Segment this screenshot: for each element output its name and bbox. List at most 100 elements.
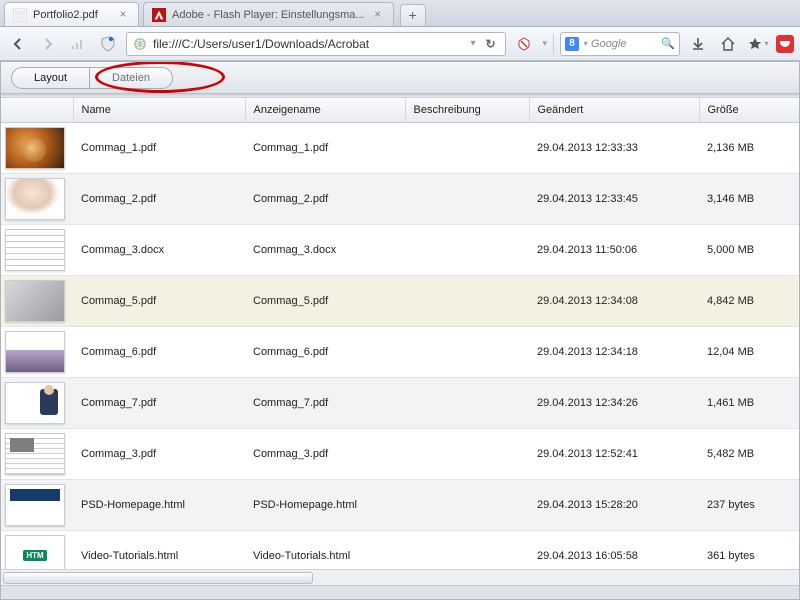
cell-thumb xyxy=(1,479,73,530)
col-modified[interactable]: Geändert xyxy=(529,98,699,122)
cell-thumb xyxy=(1,326,73,377)
cell-modified: 29.04.2013 11:50:06 xyxy=(529,224,699,275)
cell-name: Commag_1.pdf xyxy=(73,122,245,173)
thumbnail xyxy=(5,127,65,169)
cell-display: Commag_6.pdf xyxy=(245,326,405,377)
cell-size: 12,04 MB xyxy=(699,326,799,377)
cell-modified: 29.04.2013 12:52:41 xyxy=(529,428,699,479)
google-icon: 8 xyxy=(565,37,579,51)
table-row[interactable]: PSD-Homepage.htmlPSD-Homepage.html29.04.… xyxy=(1,479,799,530)
col-thumb[interactable] xyxy=(1,98,73,122)
cell-name: Commag_6.pdf xyxy=(73,326,245,377)
cell-modified: 29.04.2013 12:34:26 xyxy=(529,377,699,428)
cell-name: Commag_5.pdf xyxy=(73,275,245,326)
scroll-thumb[interactable] xyxy=(3,572,313,584)
cell-size: 5,000 MB xyxy=(699,224,799,275)
cell-display: Commag_3.pdf xyxy=(245,428,405,479)
new-tab-button[interactable]: + xyxy=(400,4,426,26)
tab-title: Adobe - Flash Player: Einstellungsma... xyxy=(172,9,365,21)
cell-display: Commag_3.docx xyxy=(245,224,405,275)
horizontal-scrollbar[interactable] xyxy=(1,569,799,585)
cell-name: PSD-Homepage.html xyxy=(73,479,245,530)
chevron-down-icon[interactable]: ▾ xyxy=(470,38,475,49)
block-icon[interactable] xyxy=(512,32,536,56)
col-size[interactable]: Größe xyxy=(699,98,799,122)
cell-desc xyxy=(405,377,529,428)
url-input[interactable] xyxy=(153,37,464,51)
home-icon[interactable] xyxy=(716,32,740,56)
bookmark-icon[interactable]: ▾ xyxy=(746,32,770,56)
layout-tab[interactable]: Layout xyxy=(11,67,89,89)
col-name[interactable]: Name xyxy=(73,98,245,122)
tab-inactive[interactable]: Adobe - Flash Player: Einstellungsma... … xyxy=(143,2,394,26)
cell-desc xyxy=(405,224,529,275)
table-row[interactable]: Commag_3.pdfCommag_3.pdf 29.04.2013 12:52… xyxy=(1,428,799,479)
thumbnail xyxy=(5,382,65,424)
thumbnail xyxy=(5,229,65,271)
reload-icon[interactable]: ↻ xyxy=(481,37,499,51)
search-box[interactable]: 8 ▾ Google 🔍 xyxy=(560,32,680,56)
cell-display: PSD-Homepage.html xyxy=(245,479,405,530)
cell-display: Commag_2.pdf xyxy=(245,173,405,224)
cell-display: Video-Tutorials.html xyxy=(245,530,405,569)
table-row[interactable]: Commag_6.pdfCommag_6.pdf 29.04.2013 12:34… xyxy=(1,326,799,377)
cell-modified: 29.04.2013 12:33:33 xyxy=(529,122,699,173)
col-display[interactable]: Anzeigename xyxy=(245,98,405,122)
table-row[interactable]: Commag_5.pdfCommag_5.pdf 29.04.2013 12:34… xyxy=(1,275,799,326)
table-row[interactable]: Commag_3.docxCommag_3.docx 29.04.2013 11:… xyxy=(1,224,799,275)
cell-name: Commag_3.docx xyxy=(73,224,245,275)
download-icon[interactable] xyxy=(686,32,710,56)
content-area: Layout Dateien Name Anzeigename Beschrei… xyxy=(0,61,800,600)
table-row[interactable]: Commag_1.pdfCommag_1.pdf 29.04.2013 12:33… xyxy=(1,122,799,173)
cell-size: 237 bytes xyxy=(699,479,799,530)
back-button[interactable] xyxy=(6,32,30,56)
cell-size: 1,461 MB xyxy=(699,377,799,428)
table-row[interactable]: Video-Tutorials.htmlVideo-Tutorials.html… xyxy=(1,530,799,569)
cell-thumb xyxy=(1,530,73,569)
cell-name: Commag_7.pdf xyxy=(73,377,245,428)
cell-desc xyxy=(405,275,529,326)
thumbnail xyxy=(5,433,65,475)
cell-modified: 29.04.2013 12:34:18 xyxy=(529,326,699,377)
close-icon[interactable]: × xyxy=(371,8,385,22)
cell-desc xyxy=(405,479,529,530)
status-strip xyxy=(1,585,799,599)
cell-size: 4,842 MB xyxy=(699,275,799,326)
cell-thumb xyxy=(1,428,73,479)
table-row[interactable]: Commag_7.pdfCommag_7.pdf 29.04.2013 12:34… xyxy=(1,377,799,428)
url-box[interactable]: ▾ ↻ xyxy=(126,32,506,56)
cell-display: Commag_7.pdf xyxy=(245,377,405,428)
close-icon[interactable]: × xyxy=(116,8,130,22)
file-table-wrap[interactable]: Name Anzeigename Beschreibung Geändert G… xyxy=(1,98,799,569)
separator xyxy=(553,34,554,54)
cell-name: Commag_2.pdf xyxy=(73,173,245,224)
thumbnail xyxy=(5,484,65,526)
cell-name: Commag_3.pdf xyxy=(73,428,245,479)
tab-strip: Portfolio2.pdf × Adobe - Flash Player: E… xyxy=(0,0,800,27)
chevron-down-icon[interactable]: ▾ xyxy=(542,38,547,49)
shield-icon[interactable] xyxy=(96,32,120,56)
cell-display: Commag_5.pdf xyxy=(245,275,405,326)
cell-thumb xyxy=(1,275,73,326)
cell-modified: 29.04.2013 12:34:08 xyxy=(529,275,699,326)
cell-size: 2,136 MB xyxy=(699,122,799,173)
table-row[interactable]: Commag_2.pdfCommag_2.pdf29.04.2013 12:33… xyxy=(1,173,799,224)
col-desc[interactable]: Beschreibung xyxy=(405,98,529,122)
cell-desc xyxy=(405,530,529,569)
app-icon[interactable] xyxy=(776,35,794,53)
browser-window: Portfolio2.pdf × Adobe - Flash Player: E… xyxy=(0,0,800,600)
mode-bar: Layout Dateien xyxy=(1,62,799,94)
cell-size: 361 bytes xyxy=(699,530,799,569)
tab-active[interactable]: Portfolio2.pdf × xyxy=(4,2,139,26)
files-tab[interactable]: Dateien xyxy=(89,67,173,89)
signal-icon[interactable] xyxy=(66,32,90,56)
search-icon[interactable]: 🔍 xyxy=(661,37,675,50)
pdf-favicon xyxy=(13,8,27,22)
thumbnail xyxy=(5,535,65,570)
globe-icon xyxy=(133,37,147,51)
cell-thumb xyxy=(1,173,73,224)
forward-button[interactable] xyxy=(36,32,60,56)
thumbnail xyxy=(5,331,65,373)
search-placeholder: Google xyxy=(591,38,657,50)
cell-display: Commag_1.pdf xyxy=(245,122,405,173)
